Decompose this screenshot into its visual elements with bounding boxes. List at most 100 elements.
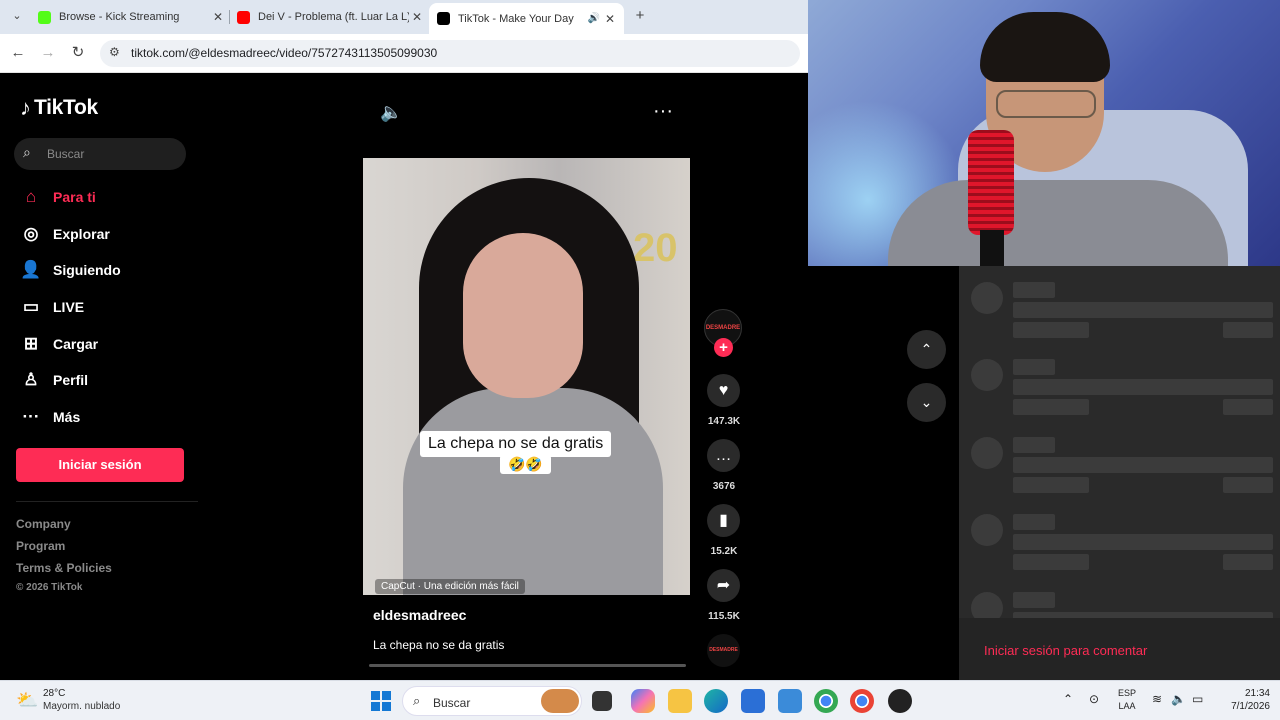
live-icon: ▭ (22, 297, 40, 316)
follow-plus-icon[interactable]: + (714, 338, 733, 357)
home-icon: ⌂ (25, 187, 37, 206)
more-options-icon[interactable]: ··· (653, 100, 673, 123)
nav-label: Más (53, 409, 81, 425)
tab-audio-icon[interactable]: 🔊 (586, 13, 602, 24)
tab-kick[interactable]: Browse - Kick Streaming ✕ (38, 4, 226, 30)
tiktok-page: ♪ TikTok ⌕ Buscar ⌂ Para ti ◎ Explorar 👤… (0, 73, 808, 680)
forward-icon[interactable]: → (38, 43, 58, 63)
task-view-icon[interactable] (592, 691, 612, 711)
file-explorer-icon[interactable] (668, 689, 692, 713)
nav-item-cargar[interactable]: ⊞ Cargar (20, 330, 98, 358)
nav-item-perfil[interactable]: ♙ Perfil (20, 366, 88, 394)
nav-item-siguiendo[interactable]: 👤 Siguiendo (20, 256, 121, 284)
webcam-overlay (808, 0, 1280, 266)
back-icon[interactable]: ← (8, 43, 28, 63)
video-subject-face (463, 233, 583, 398)
search-icon: ⌕ (23, 144, 31, 160)
comment-login-link[interactable]: Iniciar sesión para comentar (984, 643, 1147, 658)
like-button[interactable]: ♥ (707, 374, 740, 407)
windows-taskbar: ⛅ 28°C Mayorm. nublado ⌕ Buscar ⌃ ⊙ ESP … (0, 680, 1280, 720)
language-top: ESP (1118, 688, 1137, 698)
weather-cloud-icon[interactable]: ⛅ (16, 690, 38, 711)
search-input[interactable]: ⌕ Buscar (14, 138, 186, 170)
comment-skeleton (959, 359, 1280, 429)
wifi-icon[interactable]: ≋ (1152, 692, 1162, 706)
video-author[interactable]: eldesmadreec (373, 607, 466, 623)
share-button[interactable]: ➦ (707, 569, 740, 602)
speaker-icon[interactable]: 🔈 (1171, 692, 1186, 706)
weather-description[interactable]: Mayorm. nublado (43, 701, 120, 712)
taskbar-search-placeholder: Buscar (433, 696, 471, 710)
battery-icon[interactable]: ▭ (1192, 692, 1203, 706)
app-icon[interactable] (778, 689, 802, 713)
obs-icon[interactable] (888, 689, 912, 713)
next-video-button[interactable]: ⌄ (907, 383, 946, 422)
nav-label: Siguiendo (53, 262, 121, 278)
close-tab-icon[interactable]: ✕ (210, 10, 226, 24)
search-placeholder: Buscar (47, 147, 85, 161)
tab-tiktok[interactable]: TikTok - Make Your Day 🔊 ✕ (429, 3, 624, 34)
nav-item-para-ti[interactable]: ⌂ Para ti (20, 183, 96, 211)
chrome-active-icon[interactable] (850, 689, 874, 713)
music-disc[interactable]: DESMADRE (707, 634, 740, 667)
capcut-watermark[interactable]: CapCut · Una edición más fácil (375, 579, 525, 594)
weather-temperature[interactable]: 28°C (43, 688, 65, 699)
omnibox[interactable]: ⚙ tiktok.com/@eldesmadreec/video/7572743… (100, 40, 800, 67)
kick-favicon-icon (38, 10, 51, 24)
store-icon[interactable] (741, 689, 765, 713)
tiktok-logo[interactable]: ♪ TikTok (20, 95, 98, 121)
logo-text: TikTok (34, 96, 98, 119)
profile-icon: ♙ (23, 370, 39, 389)
windows-start-icon[interactable] (371, 691, 391, 711)
nav-label: Perfil (53, 372, 89, 388)
tray-chevron-icon[interactable]: ⌃ (1063, 692, 1073, 706)
close-tab-icon[interactable]: ✕ (409, 10, 425, 24)
nav-item-explorar[interactable]: ◎ Explorar (20, 220, 110, 248)
video-progress-bar[interactable] (369, 664, 686, 667)
new-tab-icon[interactable]: + (630, 6, 650, 26)
comment-skeleton (959, 437, 1280, 507)
language-bottom: LAA (1118, 701, 1136, 711)
video-player[interactable]: 20 La chepa no se da gratis 🤣🤣 CapCut · … (363, 158, 690, 595)
edge-icon[interactable] (704, 689, 728, 713)
nav-item-mas[interactable]: ··· Más (20, 403, 81, 431)
previous-video-button[interactable]: ⌃ (907, 330, 946, 369)
reload-icon[interactable]: ↻ (68, 43, 88, 63)
comment-skeleton (959, 282, 1280, 352)
clock-time: 21:34 (1244, 688, 1270, 699)
chrome-icon[interactable] (814, 689, 838, 713)
copyright: © 2026 TikTok (16, 582, 83, 593)
youtube-favicon-icon (237, 10, 250, 24)
url-text[interactable]: tiktok.com/@eldesmadreec/video/757274311… (131, 46, 437, 60)
search-icon: ⌕ (413, 693, 421, 708)
search-highlight-icon[interactable] (541, 689, 579, 713)
tray-app-icon[interactable]: ⊙ (1089, 692, 1099, 706)
tab-title: TikTok - Make Your Day (458, 12, 574, 25)
nav-label: Cargar (53, 336, 99, 352)
tiktok-note-icon: ♪ (20, 95, 31, 120)
login-button[interactable]: Iniciar sesión (16, 448, 184, 482)
nav-label: LIVE (53, 299, 85, 315)
more-icon: ··· (22, 407, 40, 426)
footer-link-program[interactable]: Program (16, 539, 65, 553)
language-indicator[interactable]: ESP LAA (1118, 687, 1136, 713)
copilot-icon[interactable] (631, 689, 655, 713)
comment-button[interactable]: … (707, 439, 740, 472)
close-tab-icon[interactable]: ✕ (602, 12, 618, 26)
upload-icon: ⊞ (23, 334, 39, 353)
volume-icon[interactable]: 🔈 (380, 102, 402, 123)
address-bar: ← → ↻ ⚙ tiktok.com/@eldesmadreec/video/7… (0, 34, 808, 73)
taskbar-clock[interactable]: 21:34 7/1/2026 (1222, 687, 1270, 713)
video-description: La chepa no se da gratis (373, 638, 505, 652)
site-info-icon[interactable]: ⚙ (109, 45, 120, 59)
tab-search-chevron-icon[interactable]: ⌄ (7, 6, 27, 26)
footer-link-terms[interactable]: Terms & Policies (16, 561, 112, 575)
microphone (968, 130, 1014, 235)
tab-youtube[interactable]: Dei V - Problema (ft. Luar La L) ✕ (237, 4, 425, 30)
save-count: 15.2K (710, 546, 738, 557)
nav-item-live[interactable]: ▭ LIVE (20, 293, 84, 321)
tab-title: Dei V - Problema (ft. Luar La L) (258, 11, 409, 23)
footer-link-company[interactable]: Company (16, 517, 71, 531)
comment-skeleton (959, 514, 1280, 584)
bookmark-button[interactable]: ▮ (707, 504, 740, 537)
